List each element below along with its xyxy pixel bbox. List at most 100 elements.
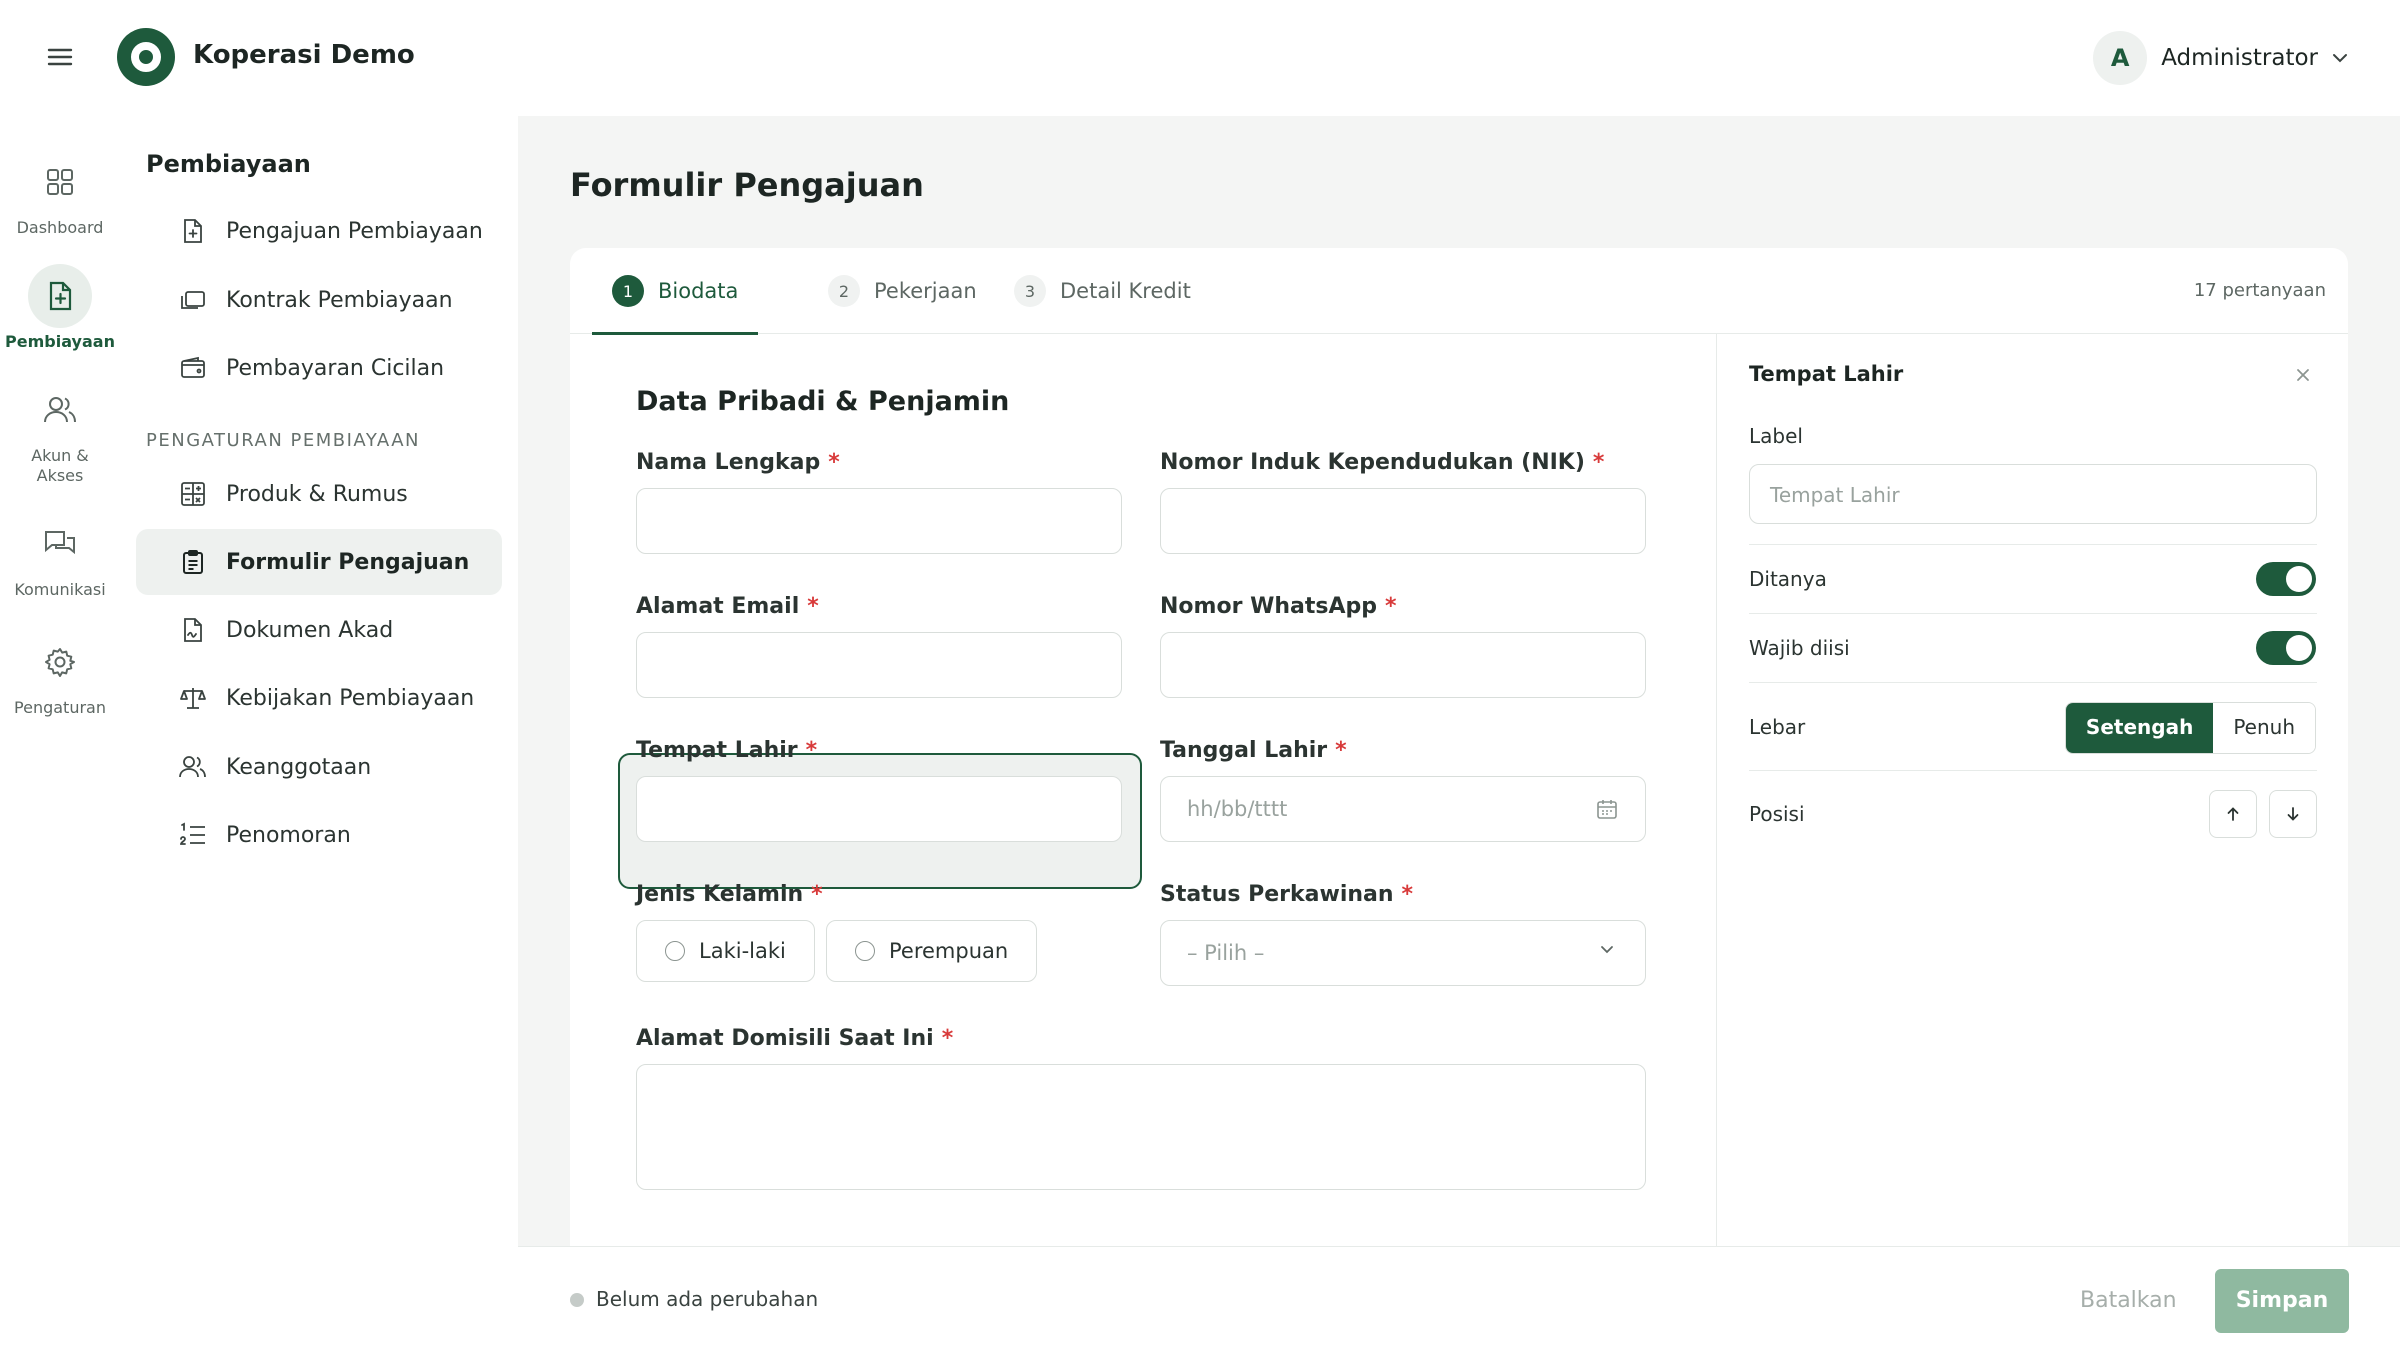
file-signature-icon [178, 615, 208, 645]
hamburger-menu-icon[interactable] [40, 40, 80, 74]
label-input[interactable]: Tempat Lahir [1749, 464, 2317, 524]
gear-icon [28, 630, 92, 694]
divider [1749, 770, 2317, 771]
date-placeholder: hh/bb/tttt [1187, 797, 1288, 821]
nav-item-pembayaran-cicilan[interactable]: Pembayaran Cicilan [136, 335, 502, 401]
wallet-icon [178, 353, 208, 383]
width-option-setengah[interactable]: Setengah [2065, 703, 2214, 753]
action-footer: Belum ada perubahan Batalkan Simpan [518, 1246, 2400, 1350]
user-menu[interactable]: A Administrator [2093, 30, 2348, 86]
move-up-button[interactable] [2209, 790, 2257, 838]
radio-circle [665, 941, 685, 961]
field-label-status-perkawinan[interactable]: Status Perkawinan * [1160, 882, 1413, 907]
file-plus-icon [178, 216, 208, 246]
nav-item-label: Kebijakan Pembiayaan [226, 685, 475, 711]
nama-lengkap-input[interactable] [636, 488, 1122, 554]
tab-detail-kredit[interactable]: 3 Detail Kredit [994, 248, 1211, 334]
rail-label: Akun & Akses [31, 446, 89, 485]
divider [1749, 544, 2317, 545]
wajib-toggle[interactable] [2256, 631, 2316, 665]
calculator-icon [178, 479, 208, 509]
tanggal-lahir-input[interactable]: hh/bb/tttt [1160, 776, 1646, 842]
radio-laki-laki[interactable]: Laki-laki [636, 920, 815, 982]
field-properties-panel: Tempat Lahir Label Tempat Lahir Ditanya … [1716, 334, 2348, 1248]
tempat-lahir-input[interactable] [636, 776, 1122, 842]
radio-label: Perempuan [889, 939, 1009, 963]
divider [1749, 682, 2317, 683]
radio-perempuan[interactable]: Perempuan [826, 920, 1038, 982]
tab-biodata[interactable]: 1 Biodata [592, 248, 759, 335]
nav-item-label: Kontrak Pembiayaan [226, 287, 453, 313]
tab-number: 3 [1014, 275, 1046, 307]
nav-item-pengajuan-pembiayaan[interactable]: Pengajuan Pembiayaan [136, 198, 502, 264]
field-label-tempat-lahir[interactable]: Tempat Lahir * [636, 738, 817, 763]
field-label-nik[interactable]: Nomor Induk Kependudukan (NIK) * [1160, 450, 1604, 475]
save-button[interactable]: Simpan [2215, 1269, 2349, 1333]
page-title: Formulir Pengajuan [570, 166, 924, 204]
rail-label: Komunikasi [14, 580, 106, 599]
field-label-whatsapp[interactable]: Nomor WhatsApp * [1160, 594, 1397, 619]
ditanya-label: Ditanya [1749, 567, 1827, 591]
field-label-nama[interactable]: Nama Lengkap * [636, 450, 840, 475]
nav-item-produk-rumus[interactable]: Produk & Rumus [136, 461, 502, 527]
top-bar: Koperasi Demo A Administrator [0, 0, 2400, 116]
brand-name[interactable]: Koperasi Demo [193, 40, 415, 70]
alamat-domisili-textarea[interactable] [636, 1064, 1646, 1190]
ditanya-toggle[interactable] [2256, 562, 2316, 596]
nav-item-penomoran[interactable]: Penomoran [136, 802, 502, 868]
save-status: Belum ada perubahan [596, 1287, 819, 1311]
rail-item-komunikasi[interactable]: Komunikasi [0, 512, 120, 600]
nav-item-label: Keanggotaan [226, 754, 372, 780]
arrow-down-icon [2286, 806, 2300, 822]
user-name: Administrator [2161, 45, 2318, 71]
select-placeholder: – Pilih – [1187, 941, 1265, 965]
cancel-button[interactable]: Batalkan [2060, 1269, 2197, 1333]
nav-item-label: Formulir Pengajuan [226, 549, 470, 575]
rail-item-pembiayaan[interactable]: Pembiayaan [0, 264, 120, 352]
rail-item-akun-akses[interactable]: Akun & Akses [0, 378, 120, 486]
nav-item-formulir-pengajuan[interactable]: Formulir Pengajuan [136, 529, 502, 595]
rail-item-dashboard[interactable]: Dashboard [0, 150, 120, 238]
tab-number: 2 [828, 275, 860, 307]
step-tabs: 1 Biodata 2 Pekerjaan 3 Detail Kredit 17… [570, 248, 2348, 335]
secondary-nav: Pembiayaan Pengajuan Pembiayaan Kontrak … [120, 116, 518, 1350]
email-input[interactable] [636, 632, 1122, 698]
nav-item-label: Penomoran [226, 822, 351, 848]
nav-item-label: Pembayaran Cicilan [226, 355, 445, 381]
tab-label: Detail Kredit [1060, 279, 1191, 303]
arrow-up-icon [2226, 806, 2240, 822]
field-label-email[interactable]: Alamat Email * [636, 594, 819, 619]
status-perkawinan-select[interactable]: – Pilih – [1160, 920, 1646, 986]
brand-logo[interactable] [117, 28, 175, 86]
posisi-label: Posisi [1749, 802, 1805, 826]
move-down-button[interactable] [2269, 790, 2317, 838]
avatar: A [2093, 31, 2148, 85]
form-preview: Data Pribadi & Penjamin Nama Lengkap * No… [570, 334, 1716, 1248]
document-plus-icon [28, 264, 92, 328]
tab-label: Pekerjaan [874, 279, 977, 303]
close-icon[interactable] [2294, 366, 2312, 384]
clipboard-icon [178, 547, 208, 577]
nav-item-dokumen-akad[interactable]: Dokumen Akad [136, 597, 502, 663]
divider [1749, 613, 2317, 614]
tab-pekerjaan[interactable]: 2 Pekerjaan [808, 248, 997, 334]
nav-section-label: PENGATURAN PEMBIAYAAN [146, 430, 421, 451]
numbered-list-icon [178, 820, 208, 850]
tab-label: Biodata [658, 279, 739, 303]
rail-item-pengaturan[interactable]: Pengaturan [0, 630, 120, 718]
field-label-tanggal-lahir[interactable]: Tanggal Lahir * [1160, 738, 1347, 763]
field-label-alamat[interactable]: Alamat Domisili Saat Ini * [636, 1026, 953, 1051]
nav-item-label: Dokumen Akad [226, 617, 394, 643]
nav-item-kontrak-pembiayaan[interactable]: Kontrak Pembiayaan [136, 267, 502, 333]
field-label-jenis-kelamin[interactable]: Jenis Kelamin * [636, 882, 823, 907]
radio-label: Laki-laki [699, 939, 786, 963]
nik-input[interactable] [1160, 488, 1646, 554]
whatsapp-input[interactable] [1160, 632, 1646, 698]
nav-item-kebijakan-pembiayaan[interactable]: Kebijakan Pembiayaan [136, 665, 502, 731]
nav-item-keanggotaan[interactable]: Keanggotaan [136, 734, 502, 800]
radio-circle [855, 941, 875, 961]
width-option-penuh[interactable]: Penuh [2213, 703, 2315, 753]
question-count: 17 pertanyaan [2193, 280, 2326, 301]
calendar-icon[interactable] [1595, 797, 1619, 821]
grid-icon [28, 150, 92, 214]
